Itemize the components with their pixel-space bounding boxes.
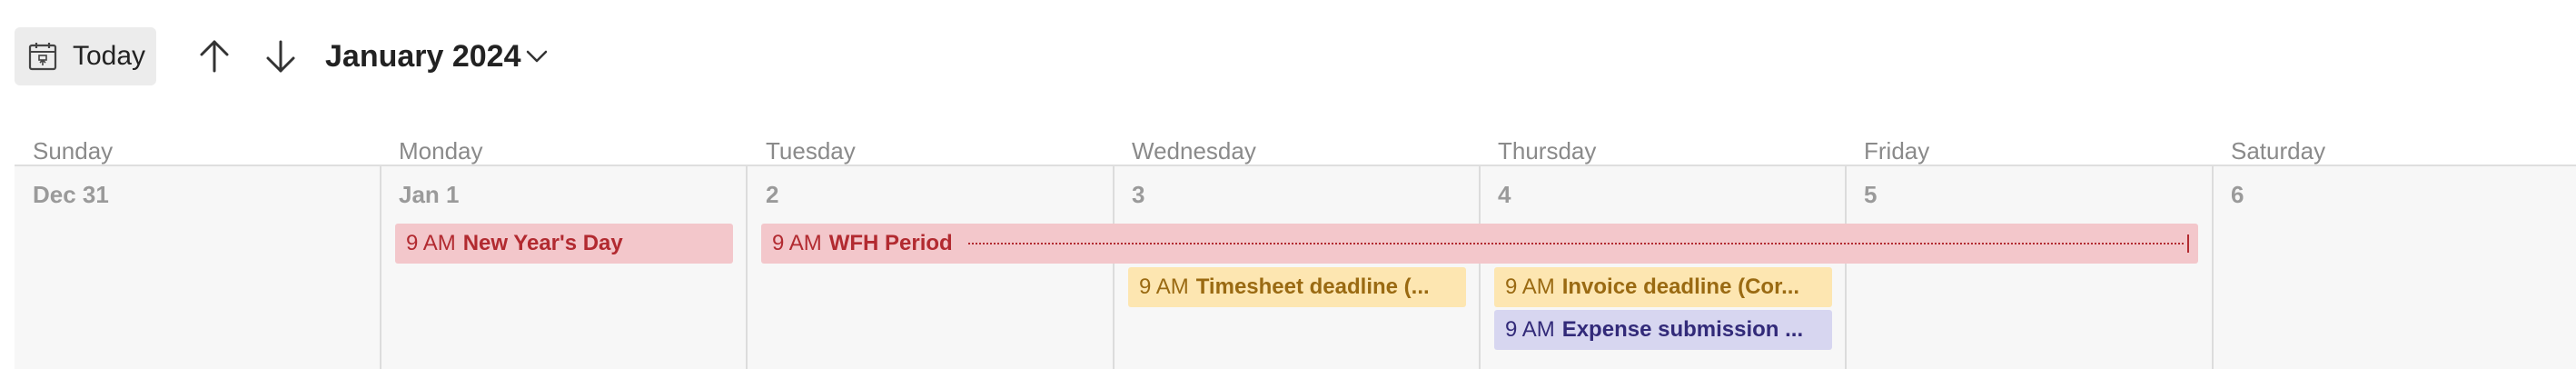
day-number-jan-1: Jan 1 xyxy=(399,181,460,208)
event-expense-submission[interactable]: 9 AM Expense submission ... xyxy=(1494,310,1832,350)
event-title: Invoice deadline (Cor... xyxy=(1561,274,1800,299)
weekday-sunday: Sunday xyxy=(33,137,114,165)
weekday-monday: Monday xyxy=(399,137,483,165)
event-time: 9 AM xyxy=(1505,274,1555,299)
event-title: Timesheet deadline (... xyxy=(1195,274,1430,299)
weekday-saturday: Saturday xyxy=(2231,137,2326,165)
arrow-up-icon[interactable] xyxy=(193,35,236,78)
day-number-4: 4 xyxy=(1498,181,1511,208)
day-divider xyxy=(380,166,381,369)
event-time: 9 AM xyxy=(1139,274,1189,299)
event-timesheet-deadline[interactable]: 9 AM Timesheet deadline (... xyxy=(1128,267,1466,307)
event-title: Expense submission ... xyxy=(1561,317,1804,342)
weekday-thursday: Thursday xyxy=(1498,137,1597,165)
chevron-down-icon[interactable] xyxy=(525,46,549,66)
day-divider xyxy=(1113,166,1115,369)
day-divider xyxy=(1479,166,1481,369)
event-title: New Year's Day xyxy=(462,231,623,255)
event-time: 9 AM xyxy=(1505,317,1555,342)
weekday-friday: Friday xyxy=(1864,137,1930,165)
today-button-label: Today xyxy=(73,41,146,71)
event-time: 9 AM xyxy=(406,231,456,255)
today-button[interactable]: Today xyxy=(15,27,156,85)
calendar-toolbar: Today January 2024 xyxy=(0,0,2576,114)
event-invoice-deadline[interactable]: 9 AM Invoice deadline (Cor... xyxy=(1494,267,1832,307)
day-number-dec-31: Dec 31 xyxy=(33,181,109,208)
calendar-today-icon xyxy=(28,43,57,71)
weekday-wednesday: Wednesday xyxy=(1132,137,1256,165)
day-divider xyxy=(2212,166,2214,369)
weekday-header: Sunday Monday Tuesday Wednesday Thursday… xyxy=(0,136,2576,165)
event-new-years-day[interactable]: 9 AM New Year's Day xyxy=(395,224,733,264)
day-divider xyxy=(1845,166,1847,369)
day-number-5: 5 xyxy=(1864,181,1878,208)
weekday-tuesday: Tuesday xyxy=(766,137,856,165)
multi-day-span-line xyxy=(968,243,2184,244)
day-number-2: 2 xyxy=(766,181,779,208)
event-title: WFH Period xyxy=(828,231,953,255)
day-number-6: 6 xyxy=(2231,181,2244,208)
day-divider xyxy=(746,166,748,369)
multi-day-span-end xyxy=(2187,234,2189,253)
month-selector-label[interactable]: January 2024 xyxy=(325,35,521,78)
arrow-down-icon[interactable] xyxy=(259,35,302,78)
event-wfh-period[interactable]: 9 AM WFH Period xyxy=(761,224,2198,264)
event-time: 9 AM xyxy=(772,231,822,255)
day-number-3: 3 xyxy=(1132,181,1145,208)
